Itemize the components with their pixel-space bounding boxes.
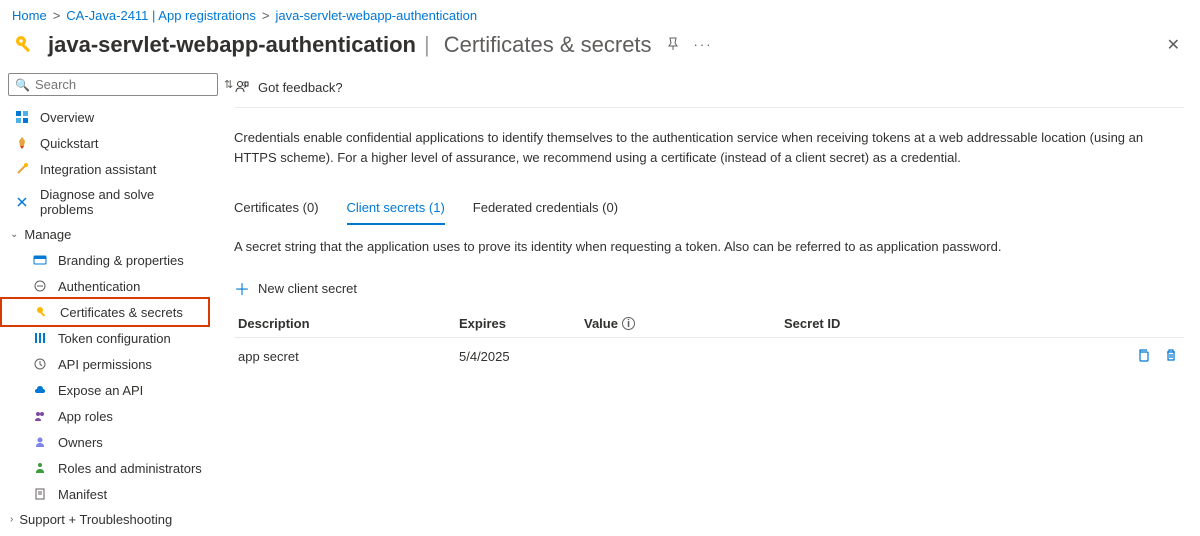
sidebar-label: Integration assistant [40, 162, 156, 177]
breadcrumb-current[interactable]: java-servlet-webapp-authentication [275, 8, 477, 23]
sidebar-item-expose-api[interactable]: Expose an API [0, 377, 210, 403]
content-description: Credentials enable confidential applicat… [234, 108, 1184, 182]
secrets-table: Description Expires Value i Secret ID ap… [234, 310, 1184, 375]
search-input[interactable] [35, 77, 211, 92]
page-header: java-servlet-webapp-authentication | Cer… [0, 27, 1200, 69]
sidebar-group-label: Manage [24, 227, 71, 242]
sidebar-label: App roles [58, 409, 113, 424]
toolbar: Got feedback? [234, 69, 1184, 108]
token-icon [32, 330, 48, 346]
tab-certificates[interactable]: Certificates (0) [234, 200, 319, 225]
key-small-icon [34, 304, 50, 320]
breadcrumb: Home > CA-Java-2411 | App registrations … [0, 0, 1200, 27]
close-button[interactable]: ✕ [1159, 31, 1188, 59]
col-description: Description [234, 316, 459, 331]
sidebar-label: Certificates & secrets [60, 305, 183, 320]
cell-expires: 5/4/2025 [459, 349, 584, 364]
title-separator: | [424, 32, 430, 58]
delete-icon[interactable] [1164, 348, 1178, 365]
sidebar-item-authentication[interactable]: Authentication [0, 273, 210, 299]
auth-icon [32, 278, 48, 294]
info-icon[interactable]: i [622, 317, 635, 330]
breadcrumb-home[interactable]: Home [12, 8, 47, 23]
sidebar-item-certificates-secrets[interactable]: Certificates & secrets [0, 297, 210, 327]
wand-icon [14, 161, 30, 177]
sidebar-label: Roles and administrators [58, 461, 202, 476]
admin-icon [32, 460, 48, 476]
new-client-secret-button[interactable]: ＋ New client secret [234, 262, 1184, 310]
sidebar-item-manifest[interactable]: Manifest [0, 481, 210, 507]
chevron-right-icon: › [10, 514, 13, 525]
tabs: Certificates (0) Client secrets (1) Fede… [234, 200, 1184, 225]
branding-icon [32, 252, 48, 268]
tab-description: A secret string that the application use… [234, 225, 1184, 262]
sidebar-label: Quickstart [40, 136, 99, 151]
plus-icon: ＋ [234, 276, 250, 300]
breadcrumb-sep: > [53, 8, 61, 23]
page-subtitle: Certificates & secrets [444, 32, 652, 58]
sidebar-item-owners[interactable]: Owners [0, 429, 210, 455]
breadcrumb-sep: > [262, 8, 270, 23]
col-value: Value i [584, 316, 784, 331]
sidebar-label: Branding & properties [58, 253, 184, 268]
sidebar-item-api-permissions[interactable]: API permissions [0, 351, 210, 377]
main-content: Got feedback? Credentials enable confide… [210, 69, 1200, 536]
col-expires: Expires [459, 316, 584, 331]
new-secret-label: New client secret [258, 281, 357, 296]
sidebar-label: Owners [58, 435, 103, 450]
tab-federated[interactable]: Federated credentials (0) [473, 200, 618, 225]
sidebar-label: Diagnose and solve problems [40, 187, 202, 217]
sidebar-item-branding[interactable]: Branding & properties [0, 247, 210, 273]
col-secret-id: Secret ID [784, 316, 1114, 331]
sidebar-label: Overview [40, 110, 94, 125]
sidebar-label: Authentication [58, 279, 140, 294]
overview-icon [14, 109, 30, 125]
sidebar-item-token-config[interactable]: Token configuration [0, 325, 210, 351]
sidebar-label: Expose an API [58, 383, 143, 398]
sidebar: 🔍 ⇅ « Overview Quickstart Integration as… [0, 69, 210, 536]
more-icon[interactable]: ··· [694, 37, 713, 54]
tab-client-secrets[interactable]: Client secrets (1) [347, 200, 445, 225]
sidebar-group-support[interactable]: › Support + Troubleshooting [0, 507, 210, 532]
table-row: app secret 5/4/2025 [234, 338, 1184, 375]
chevron-down-icon: ⌄ [10, 229, 18, 240]
search-box[interactable]: 🔍 [8, 73, 218, 96]
sidebar-label: Token configuration [58, 331, 171, 346]
breadcrumb-parent[interactable]: CA-Java-2411 | App registrations [66, 8, 256, 23]
sidebar-item-integration[interactable]: Integration assistant [0, 156, 210, 182]
rocket-icon [14, 135, 30, 151]
table-header: Description Expires Value i Secret ID [234, 310, 1184, 338]
feedback-label: Got feedback? [258, 80, 343, 95]
sidebar-item-overview[interactable]: Overview [0, 104, 210, 130]
sidebar-label: Manifest [58, 487, 107, 502]
owners-icon [32, 434, 48, 450]
copy-icon[interactable] [1136, 348, 1150, 365]
api-perm-icon [32, 356, 48, 372]
pin-icon[interactable] [666, 37, 680, 54]
sidebar-item-diagnose[interactable]: Diagnose and solve problems [0, 182, 210, 222]
diagnose-icon [14, 194, 30, 210]
cell-description: app secret [234, 349, 459, 364]
key-icon [12, 32, 38, 58]
sidebar-label: API permissions [58, 357, 152, 372]
feedback-button[interactable]: Got feedback? [234, 79, 343, 95]
cloud-icon [32, 382, 48, 398]
sidebar-item-quickstart[interactable]: Quickstart [0, 130, 210, 156]
sidebar-item-app-roles[interactable]: App roles [0, 403, 210, 429]
sidebar-group-manage[interactable]: ⌄ Manage [0, 222, 210, 247]
manifest-icon [32, 486, 48, 502]
roles-icon [32, 408, 48, 424]
sidebar-group-label: Support + Troubleshooting [19, 512, 172, 527]
page-title: java-servlet-webapp-authentication [48, 32, 416, 58]
search-icon: 🔍 [15, 78, 30, 92]
sidebar-item-roles-admin[interactable]: Roles and administrators [0, 455, 210, 481]
